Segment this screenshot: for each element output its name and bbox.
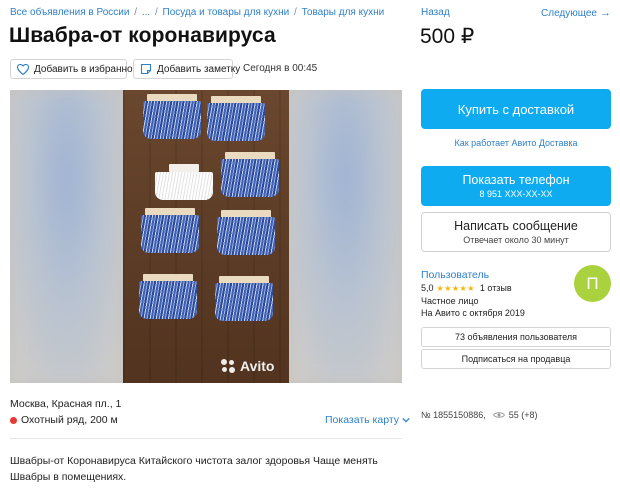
- add-note-label: Добавить заметку: [157, 63, 241, 75]
- divider: [10, 438, 402, 439]
- show-map-label: Показать карту: [325, 414, 400, 426]
- mop-image: [221, 152, 279, 197]
- show-map-link[interactable]: Показать карту: [325, 414, 410, 426]
- listing-photo[interactable]: Avito: [123, 90, 289, 383]
- breadcrumb-item-kitchenware[interactable]: Посуда и товары для кухни: [163, 7, 290, 18]
- add-to-favorites-button[interactable]: Добавить в избранное: [10, 59, 138, 79]
- mop-image: [141, 208, 199, 253]
- gallery-blur-left: [10, 90, 123, 383]
- avatar[interactable]: П: [574, 265, 611, 302]
- metro-label: Охотный ряд, 200 м: [21, 414, 118, 426]
- breadcrumb: Все объявления в России / ... / Посуда и…: [10, 7, 384, 18]
- seller-since: На Авито с октября 2019: [421, 308, 525, 318]
- subscribe-seller-button[interactable]: Подписаться на продавца: [421, 349, 611, 369]
- phone-number-masked: 8 951 XXX-XX-XX: [479, 189, 553, 199]
- listing-meta: № 1855150886, 55 (+8): [421, 410, 538, 420]
- breadcrumb-item-ellipsis[interactable]: ...: [142, 7, 150, 18]
- listing-description: Швабры-от Коронавируса Китайского чистот…: [10, 455, 378, 483]
- listing-number: № 1855150886,: [421, 410, 486, 420]
- avatar-letter: П: [586, 273, 599, 293]
- write-message-button[interactable]: Написать сообщение Отвечает около 30 мин…: [421, 212, 611, 252]
- show-phone-label: Показать телефон: [462, 173, 570, 187]
- rating-stars-icon: ★★★★★: [436, 283, 475, 293]
- chevron-down-icon: [402, 417, 410, 423]
- rating-value: 5,0: [421, 283, 434, 293]
- mop-image: [207, 96, 265, 141]
- seller-type: Частное лицо: [421, 296, 479, 306]
- listing-price: 500 ₽: [420, 25, 475, 48]
- mop-image: [143, 94, 201, 139]
- eye-icon: [492, 412, 505, 418]
- add-to-favorites-label: Добавить в избранное: [34, 63, 139, 75]
- seller-rating: 5,0 ★★★★★ 1 отзыв: [421, 283, 512, 293]
- note-icon: [140, 63, 152, 75]
- write-message-label: Написать сообщение: [454, 219, 578, 233]
- show-phone-button[interactable]: Показать телефон 8 951 XXX-XX-XX: [421, 166, 611, 206]
- posted-date: Сегодня в 00:45: [243, 63, 318, 74]
- listing-address: Москва, Красная пл., 1: [10, 398, 122, 410]
- metro-dot-icon: [10, 416, 17, 424]
- back-link[interactable]: Назад: [421, 7, 450, 18]
- avito-watermark: Avito: [221, 358, 274, 374]
- seller-ads-button[interactable]: 73 объявления пользователя: [421, 327, 611, 347]
- breadcrumb-separator: /: [134, 7, 138, 18]
- delivery-info-link[interactable]: Как работает Авито Доставка: [421, 138, 611, 148]
- arrow-right-icon: →: [600, 7, 611, 19]
- next-listing-link[interactable]: Следующее →: [541, 7, 611, 19]
- listing-title: Швабра-от коронавируса: [9, 24, 276, 47]
- mop-image: [139, 274, 197, 319]
- reviews-link[interactable]: 1 отзыв: [480, 283, 512, 293]
- gallery-blur-right: [289, 90, 402, 383]
- breadcrumb-item-kitchen-goods[interactable]: Товары для кухни: [302, 7, 385, 18]
- mop-image: [215, 276, 273, 321]
- breadcrumb-separator: /: [154, 7, 158, 18]
- heart-icon: [17, 63, 29, 75]
- photo-gallery[interactable]: Avito: [10, 90, 402, 383]
- mop-image: [217, 210, 275, 255]
- mop-image: [155, 160, 213, 204]
- watermark-text: Avito: [240, 358, 275, 374]
- seller-name-link[interactable]: Пользователь: [421, 269, 489, 281]
- buy-with-delivery-button[interactable]: Купить с доставкой: [421, 89, 611, 129]
- next-label: Следующее: [541, 7, 597, 19]
- views-count: 55 (+8): [508, 410, 538, 420]
- add-note-button[interactable]: Добавить заметку: [133, 59, 240, 79]
- breadcrumb-separator: /: [294, 7, 297, 18]
- metro-station: Охотный ряд, 200 м: [10, 414, 118, 426]
- avito-logo-icon: [221, 359, 235, 373]
- response-time: Отвечает около 30 минут: [463, 235, 569, 245]
- breadcrumb-item-all[interactable]: Все объявления в России: [10, 7, 129, 18]
